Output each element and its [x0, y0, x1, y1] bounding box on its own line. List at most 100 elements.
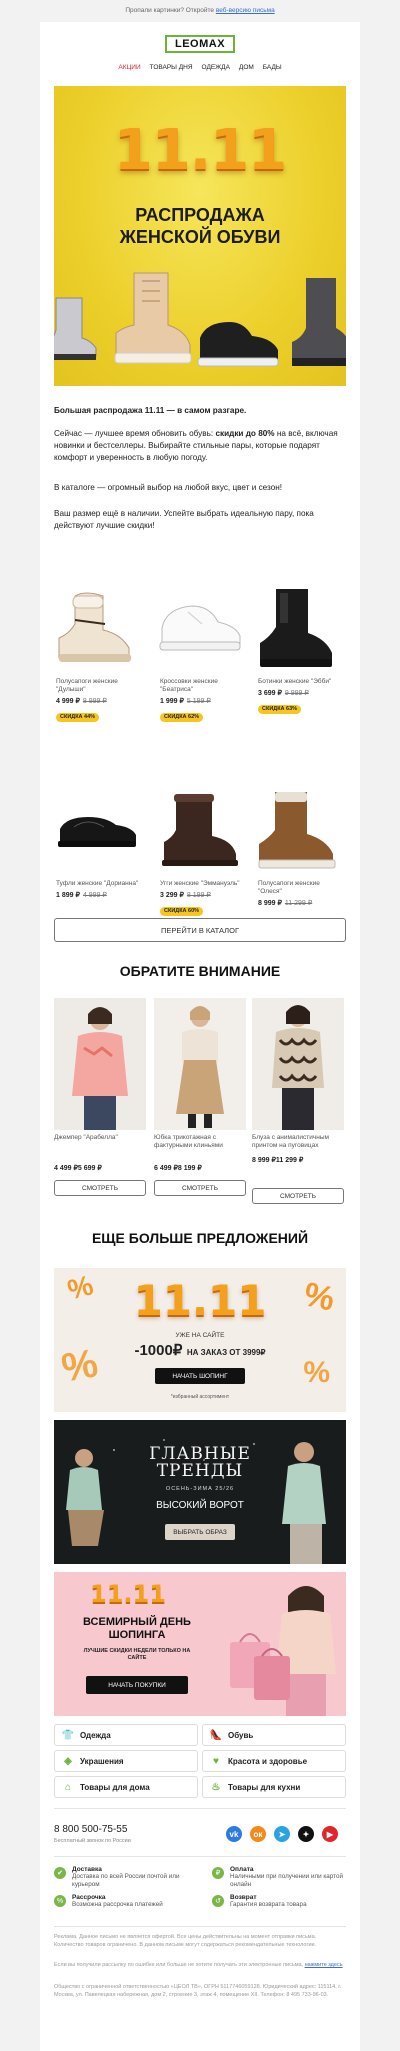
company-info: Общество с ограниченной ответственностью…: [54, 1984, 342, 1998]
product-price: 4 999 ₽8 999 ₽: [56, 698, 107, 705]
feature-payment: ₽ Оплата Наличными при получении или карт…: [212, 1866, 352, 1889]
divider: [54, 1926, 346, 1927]
product-price: 6 499 ₽8 199 ₽: [154, 1165, 202, 1172]
category-beauty[interactable]: ♥ Красота и здоровье: [202, 1750, 346, 1772]
product-name: Юбка трикотажная с фактурными клиньями: [154, 1134, 223, 1149]
shopping-day-banner[interactable]: 11.11 ВСЕМИРНЫЙ ДЕНЬ ШОПИНГА ЛУЧШИЕ СКИД…: [54, 1572, 346, 1716]
nav-item-sales[interactable]: АКЦИИ: [118, 64, 140, 78]
pot-icon: ♨: [211, 1781, 221, 1793]
category-clothes[interactable]: 👕 Одежда: [54, 1724, 198, 1746]
product-card[interactable]: Полусапоги женские "Дулыши" 4 999 ₽8 999…: [50, 582, 142, 723]
product-image: [154, 784, 246, 876]
product-price: 4 499 ₽5 699 ₽: [54, 1165, 102, 1172]
product-name: Ботинки женские "Эбби": [258, 678, 332, 685]
top-nav: АКЦИИ ТОВАРЫ ДНЯ ОДЕЖДА ДОМ БАДЫ: [40, 64, 360, 78]
choose-look-button[interactable]: ВЫБРАТЬ ОБРАЗ: [165, 1524, 235, 1540]
telegram-icon[interactable]: ➤: [274, 1826, 290, 1842]
unsubscribe-text: Если вы получили рассылку по ошибке или …: [54, 1962, 343, 1968]
wallet-icon: ₽: [212, 1867, 224, 1879]
vk-icon[interactable]: vk: [226, 1826, 242, 1842]
unsubscribe-link[interactable]: нажмите здесь: [305, 1962, 343, 1968]
trends-banner[interactable]: ГЛАВНЫЕ ТРЕНДЫ ОСЕНЬ-ЗИМА 25/26 ВЫСОКИЙ …: [54, 1420, 346, 1564]
view-button[interactable]: СМОТРЕТЬ: [54, 1180, 146, 1196]
youtube-icon[interactable]: ▶: [322, 1826, 338, 1842]
feature-installments: % Рассрочка Возможна рассрочка платежей: [54, 1894, 194, 1909]
discount-badge: СКИДКА 60%: [160, 906, 204, 916]
product-card[interactable]: Полусапоги женские "Олеся" 8 999 ₽11 299…: [252, 784, 344, 907]
start-buying-button[interactable]: НАЧАТЬ ПОКУПКИ: [86, 1676, 188, 1694]
product-name: Угги женские "Эммануэль": [160, 880, 240, 887]
product-name: Джемпер "Арабелла": [54, 1134, 118, 1141]
ok-icon[interactable]: ок: [250, 1826, 266, 1842]
product-card[interactable]: Угги женские "Эммануэль" 3 299 ₽8 199 ₽ …: [154, 784, 246, 917]
shirt-icon: 👕: [61, 1729, 75, 1741]
nav-item-deals[interactable]: ТОВАРЫ ДНЯ: [150, 64, 193, 78]
nav-item-clothes[interactable]: ОДЕЖДА: [202, 64, 230, 78]
shopping-bags-image: [230, 1586, 336, 1716]
intro-catalog-text: В каталоге — огромный выбор на любой вку…: [54, 483, 283, 492]
discount-badge: СКИДКА 62%: [160, 712, 204, 722]
recommended-card[interactable]: Блуза с анималистичным принтом на пугови…: [252, 998, 344, 1164]
product-image: [50, 582, 142, 674]
product-image: [252, 784, 344, 876]
product-image: [154, 998, 246, 1130]
beige-boot-image: [114, 272, 192, 364]
product-card[interactable]: Кроссовки женские "Беатриса" 1 999 ₽5 19…: [154, 582, 246, 723]
intro-headline: Большая распродажа 11.11 — в самом разга…: [54, 406, 247, 415]
nav-item-supplements[interactable]: БАДЫ: [263, 64, 282, 78]
shopping-day-sub: ЛУЧШИЕ СКИДКИ НЕДЕЛИ ТОЛЬКО НА САЙТЕ: [83, 1648, 191, 1661]
percent-decoration: %: [303, 1356, 330, 1389]
category-home[interactable]: ⌂ Товары для дома: [54, 1776, 198, 1798]
discount-badge: СКИДКА 44%: [56, 712, 100, 722]
heart-icon: ♥: [213, 1755, 219, 1767]
product-image: [54, 998, 146, 1130]
product-price: 1 999 ₽5 199 ₽: [160, 698, 211, 705]
hero-banner[interactable]: 11.11 РАСПРОДАЖА ЖЕНСКОЙ ОБУВИ: [54, 86, 346, 386]
recommended-card[interactable]: Юбка трикотажная с фактурными клиньями 6…: [154, 998, 246, 1172]
attention-title: ОБРАТИТЕ ВНИМАНИЕ: [119, 963, 281, 979]
view-button[interactable]: СМОТРЕТЬ: [252, 1188, 344, 1204]
phone-number[interactable]: 8 800 500-75-55: [54, 1824, 127, 1835]
trends-image: [66, 1439, 326, 1564]
preheader: Пропали картинки? Откройте веб-версию пи…: [0, 0, 400, 22]
product-name: Туфли женские "Дорианна": [56, 880, 139, 887]
product-price: 3 699 ₽9 999 ₽: [258, 690, 309, 697]
legal-disclaimer: Реклама. Данное письмо не является оферт…: [54, 1934, 317, 1948]
trends-title: ГЛАВНЫЕ ТРЕНДЫ: [149, 1444, 251, 1481]
intro-paragraph: Сейчас — лучшее время обновить обувь: ск…: [54, 429, 338, 462]
silver-boot-image: [54, 297, 97, 360]
category-jewelry[interactable]: ◈ Украшения: [54, 1750, 198, 1772]
trends-season: ОСЕНЬ-ЗИМА 25/26: [165, 1486, 235, 1492]
start-shopping-button[interactable]: НАЧАТЬ ШОПИНГ: [155, 1368, 245, 1384]
black-sneaker-image: [197, 322, 279, 367]
sale-banner[interactable]: % % % % 11.11 УЖЕ НА САЙТЕ -1000₽ НА ЗАК…: [54, 1268, 346, 1412]
product-price: 3 299 ₽8 199 ₽: [160, 892, 211, 899]
discount-badge: СКИДКА 63%: [258, 704, 302, 714]
catalog-button[interactable]: ПЕРЕЙТИ В КАТАЛОГ: [54, 918, 346, 942]
phone-note: Бесплатный звонок по России: [54, 1838, 131, 1844]
product-price: 8 999 ₽11 299 ₽: [258, 900, 313, 907]
preheader-text: Пропали картинки? Откройте: [125, 7, 215, 14]
recommended-card[interactable]: Джемпер "Арабелла" 4 499 ₽5 699 ₽: [54, 998, 146, 1172]
return-icon: ↺: [212, 1895, 224, 1907]
category-kitchen[interactable]: ♨ Товары для кухни: [202, 1776, 346, 1798]
logo[interactable]: LEOMAX: [165, 35, 235, 53]
zen-icon[interactable]: ✦: [298, 1826, 314, 1842]
more-offers-title: ЕЩЕ БОЛЬШЕ ПРЕДЛОЖЕНИЙ: [91, 1230, 309, 1246]
product-price: 1 899 ₽4 999 ₽: [56, 892, 107, 899]
email-body: LEOMAX АКЦИИ ТОВАРЫ ДНЯ ОДЕЖДА ДОМ БАДЫ …: [40, 22, 360, 2051]
divider: [54, 1808, 346, 1809]
nav-item-home[interactable]: ДОМ: [239, 64, 254, 78]
product-image: [50, 784, 142, 876]
view-button[interactable]: СМОТРЕТЬ: [154, 1180, 246, 1196]
web-version-link[interactable]: веб-версию письма: [216, 7, 275, 14]
feature-returns: ↺ Возврат Гарантия возврата товара: [212, 1894, 352, 1909]
banner-line: УЖЕ НА САЙТЕ: [175, 1332, 225, 1339]
product-image: [252, 998, 344, 1130]
percent-icon: %: [54, 1895, 66, 1907]
category-shoes[interactable]: 👠 Обувь: [202, 1724, 346, 1746]
product-image: [252, 582, 344, 674]
product-card[interactable]: Туфли женские "Дорианна" 1 899 ₽4 999 ₽: [50, 784, 142, 899]
product-card[interactable]: Ботинки женские "Эбби" 3 699 ₽9 999 ₽ СК…: [252, 582, 344, 715]
banner-discount: -1000₽ НА ЗАКАЗ ОТ 3999₽: [134, 1342, 266, 1359]
